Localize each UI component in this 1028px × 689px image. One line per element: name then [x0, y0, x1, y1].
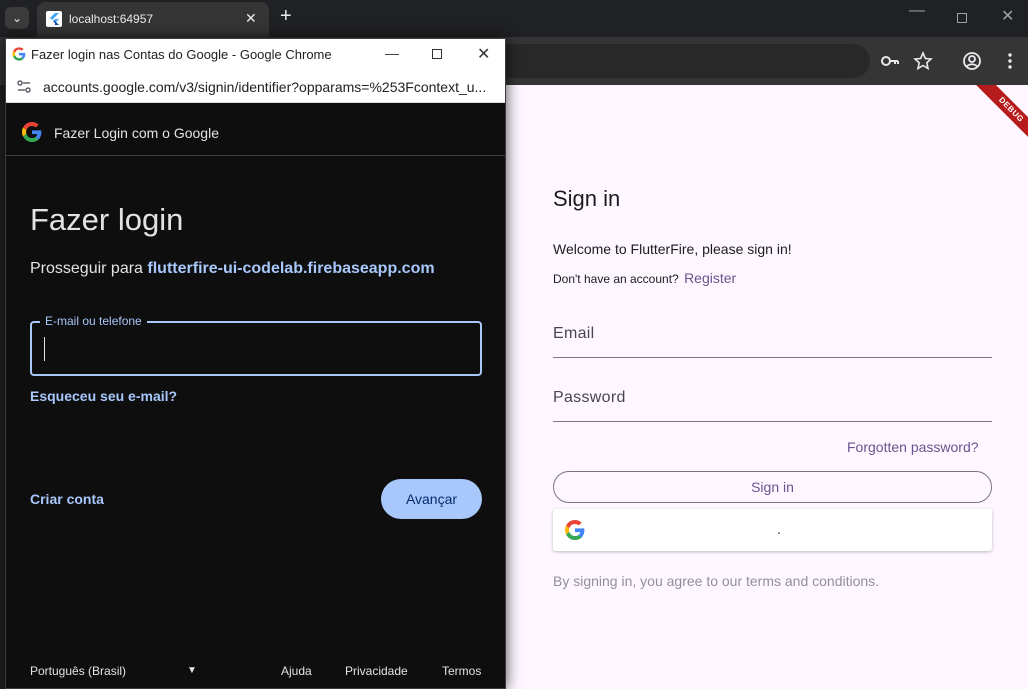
google-signin-popup: Fazer login nas Contas do Google - Googl… — [5, 38, 506, 689]
popup-url: accounts.google.com/v3/signin/identifier… — [43, 79, 487, 95]
star-icon[interactable] — [913, 50, 933, 77]
forgot-email-link[interactable]: Esqueceu seu e-mail? — [30, 388, 177, 404]
email-field[interactable]: Email — [553, 325, 992, 358]
continue-app-link[interactable]: flutterfire-ui-codelab.firebaseapp.com — [147, 260, 434, 277]
google-g-icon — [22, 122, 42, 142]
terms-text: By signing in, you agree to our terms an… — [553, 573, 880, 589]
google-button-label: . — [777, 521, 781, 537]
account-icon[interactable] — [962, 51, 982, 77]
popup-minimize-button[interactable]: — — [385, 45, 399, 61]
continue-prefix: Prosseguir para — [30, 260, 143, 277]
email-or-phone-field[interactable]: E-mail ou telefone — [30, 314, 482, 376]
tab-close-icon[interactable]: ✕ — [245, 10, 257, 27]
next-button[interactable]: Avançar — [381, 479, 482, 519]
email-or-phone-label: E-mail ou telefone — [40, 314, 147, 328]
site-settings-icon[interactable] — [16, 79, 32, 98]
password-label: Password — [553, 389, 626, 406]
register-link[interactable]: Register — [684, 270, 736, 286]
window-close-button[interactable]: ✕ — [1001, 6, 1014, 26]
google-sign-in-button[interactable]: . — [553, 509, 992, 551]
flutter-app: DEBUG Sign in Welcome to FlutterFire, pl… — [506, 85, 1028, 689]
tab-search-button[interactable]: ⌄ — [5, 7, 29, 29]
window-minimize-button[interactable]: — — [909, 2, 925, 20]
continue-to-text: Prosseguir para flutterfire-ui-codelab.f… — [30, 260, 435, 278]
google-header: Fazer Login com o Google — [6, 103, 505, 156]
popup-url-bar[interactable]: accounts.google.com/v3/signin/identifier… — [6, 71, 505, 103]
footer-privacy-link[interactable]: Privacidade — [345, 664, 408, 678]
chevron-down-icon: ⌄ — [11, 11, 23, 25]
window-maximize-button[interactable] — [957, 13, 967, 23]
dropdown-caret-icon[interactable]: ▼ — [187, 665, 197, 676]
popup-maximize-button[interactable] — [432, 49, 442, 59]
sign-in-button[interactable]: Sign in — [553, 471, 992, 503]
email-or-phone-input[interactable] — [44, 337, 464, 361]
browser-tab[interactable]: localhost:64957 ✕ — [37, 2, 269, 37]
language-selector[interactable]: Português (Brasil) — [30, 664, 126, 678]
google-g-icon — [565, 520, 585, 540]
flutter-favicon-icon — [46, 11, 62, 27]
popup-close-button[interactable]: ✕ — [477, 44, 490, 64]
new-tab-button[interactable]: + — [280, 5, 292, 28]
email-label: Email — [553, 325, 595, 342]
kebab-menu-icon[interactable] — [1000, 51, 1020, 77]
page-title: Sign in — [553, 186, 621, 211]
welcome-text: Welcome to FlutterFire, please sign in! — [553, 241, 792, 257]
popup-titlebar: Fazer login nas Contas do Google - Googl… — [6, 39, 505, 71]
forgot-password-link[interactable]: Forgotten password? — [847, 439, 979, 455]
key-icon[interactable] — [880, 51, 900, 77]
popup-window-title: Fazer login nas Contas do Google - Googl… — [31, 47, 332, 62]
signin-heading: Fazer login — [30, 202, 184, 237]
tab-title: localhost:64957 — [69, 12, 154, 26]
debug-banner: DEBUG — [974, 85, 1028, 147]
footer-terms-link[interactable]: Termos — [442, 664, 481, 678]
footer-help-link[interactable]: Ajuda — [281, 664, 312, 678]
create-account-button[interactable]: Criar conta — [30, 491, 104, 507]
google-favicon-icon — [11, 46, 27, 62]
no-account-text: Don't have an account? — [553, 272, 679, 286]
google-header-text: Fazer Login com o Google — [54, 125, 219, 141]
password-field[interactable]: Password — [553, 389, 992, 422]
no-account-row: Don't have an account? Register — [553, 270, 736, 286]
address-bar[interactable] — [500, 44, 870, 78]
tab-strip: ⌄ localhost:64957 ✕ + — ✕ — [0, 0, 1028, 37]
